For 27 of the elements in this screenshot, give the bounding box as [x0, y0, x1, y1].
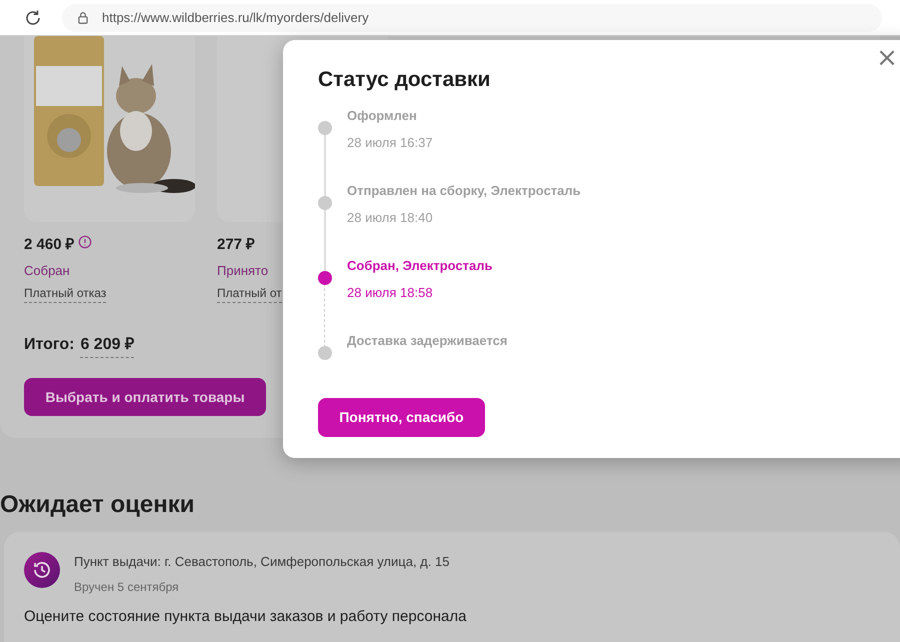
step-label: Оформлен — [347, 107, 418, 125]
order-status: Собран — [24, 262, 70, 280]
total-label: Итого: — [24, 335, 74, 355]
step-time: 28 июля 18:40 — [347, 208, 434, 226]
warning-icon[interactable] — [78, 235, 92, 250]
price: 2 460 ₽ — [24, 235, 75, 255]
step-label: Доставка задерживается — [347, 332, 508, 350]
total-value[interactable]: 6 209 ₽ — [80, 333, 134, 358]
lock-icon — [76, 10, 90, 24]
step-time: 28 июля 16:37 — [347, 134, 433, 152]
pickup-address: Пункт выдачи: г. Севастополь, Симферопольская улица, д. 15 — [74, 553, 450, 571]
refusal-link[interactable]: Платный от — [217, 284, 282, 303]
close-button[interactable]: × — [875, 46, 899, 70]
pay-button[interactable]: Выбрать и оплатить товары — [24, 378, 266, 416]
price: 277 ₽ — [217, 235, 256, 255]
modal-title: Статус доставки — [318, 68, 492, 92]
step-label: Собран, Электросталь — [347, 257, 493, 275]
reload-icon[interactable] — [24, 8, 42, 26]
refusal-link[interactable]: Платный отказ — [24, 284, 106, 303]
review-prompt: Оцените состояние пункта выдачи заказов и работу персонала — [24, 608, 468, 626]
delivered-date: Вручен 5 сентября — [74, 578, 180, 596]
step-label: Отправлен на сборку, Электросталь — [347, 182, 581, 200]
section-title: Ожидает оценки — [0, 490, 196, 520]
confirm-button[interactable]: Понятно, спасибо — [318, 398, 485, 437]
step-time: 28 июля 18:58 — [347, 284, 434, 302]
order-status: Принято — [217, 262, 268, 280]
history-icon — [24, 552, 60, 588]
